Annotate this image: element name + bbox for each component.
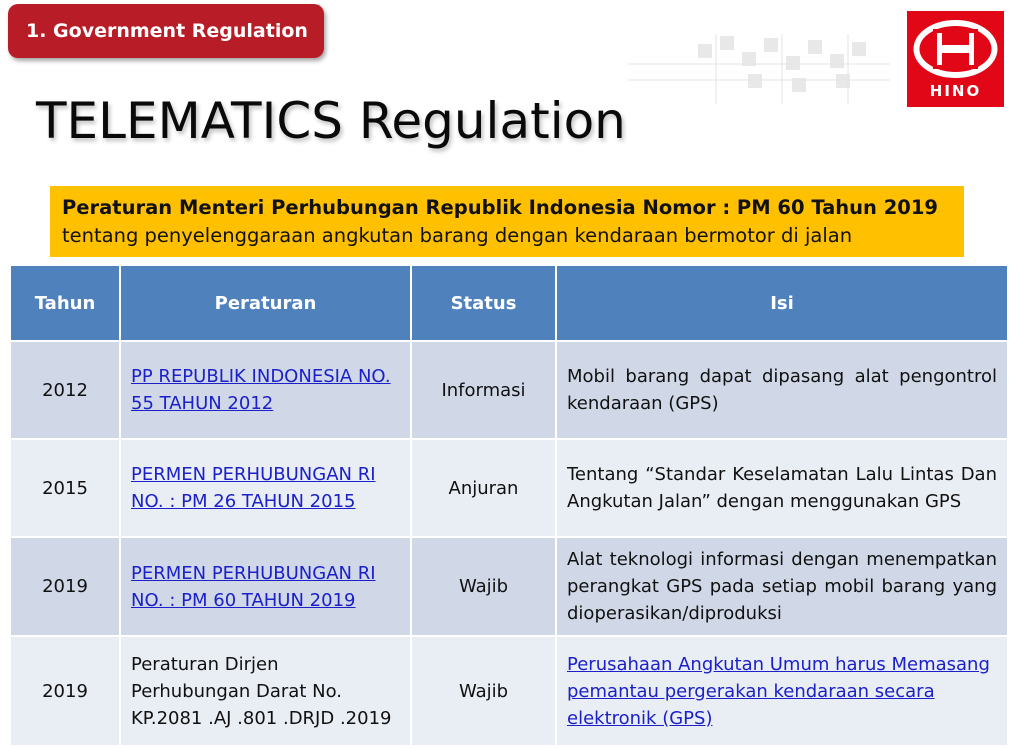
- regulation-link[interactable]: PERMEN PERHUBUNGAN RI NO. : PM 26 TAHUN …: [131, 464, 376, 512]
- header-regulation: Peraturan: [119, 264, 412, 342]
- table-row: 2019 PERMEN PERHUBUNGAN RI NO. : PM 60 T…: [9, 536, 1009, 637]
- year-cell: 2015: [9, 438, 121, 538]
- year-cell: 2012: [9, 340, 121, 440]
- status-cell: Informasi: [410, 340, 557, 440]
- decorative-grid-pattern: [628, 34, 890, 104]
- logo-wordmark: HINO: [929, 82, 982, 100]
- table-row: 2015 PERMEN PERHUBUNGAN RI NO. : PM 26 T…: [9, 438, 1009, 538]
- page-title: TELEMATICS Regulation: [36, 92, 626, 150]
- regulation-cell: Peraturan Dirjen Perhubungan Darat No. K…: [119, 635, 412, 747]
- year-cell: 2019: [9, 536, 121, 637]
- content-cell: Tentang “Standar Keselamatan Lalu Lintas…: [555, 438, 1009, 538]
- content-link[interactable]: Perusahaan Angkutan Umum harus Memasang …: [567, 654, 990, 729]
- table-row: 2019 Peraturan Dirjen Perhubungan Darat …: [9, 635, 1009, 747]
- regulation-link[interactable]: PERMEN PERHUBUNGAN RI NO. : PM 60 TAHUN …: [131, 563, 376, 611]
- regulation-cell: PP REPUBLIK INDONESIA NO. 55 TAHUN 2012: [119, 340, 412, 440]
- header-content: Isi: [555, 264, 1009, 342]
- table-row: 2012 PP REPUBLIK INDONESIA NO. 55 TAHUN …: [9, 340, 1009, 440]
- regulation-link[interactable]: PP REPUBLIK INDONESIA NO. 55 TAHUN 2012: [131, 366, 391, 414]
- regulation-cell: PERMEN PERHUBUNGAN RI NO. : PM 60 TAHUN …: [119, 536, 412, 637]
- regulation-cell: PERMEN PERHUBUNGAN RI NO. : PM 26 TAHUN …: [119, 438, 412, 538]
- year-cell: 2019: [9, 635, 121, 747]
- header-year: Tahun: [9, 264, 121, 342]
- status-cell: Wajib: [410, 635, 557, 747]
- hino-emblem-icon: [913, 20, 998, 78]
- content-cell: Perusahaan Angkutan Umum harus Memasang …: [555, 635, 1009, 747]
- content-cell: Alat teknologi informasi dengan menempat…: [555, 536, 1009, 637]
- banner-subtitle: tentang penyelenggaraan angkutan barang …: [62, 224, 853, 247]
- hino-logo: HINO: [907, 11, 1004, 107]
- content-cell: Mobil barang dapat dipasang alat pengont…: [555, 340, 1009, 440]
- section-tag-label: 1. Government Regulation: [26, 20, 308, 42]
- regulation-table: Tahun Peraturan Status Isi 2012 PP REPUB…: [9, 264, 1009, 747]
- status-cell: Wajib: [410, 536, 557, 637]
- regulation-banner: Peraturan Menteri Perhubungan Republik I…: [50, 186, 964, 257]
- status-cell: Anjuran: [410, 438, 557, 538]
- section-tag: 1. Government Regulation: [8, 4, 324, 58]
- header-status: Status: [410, 264, 557, 342]
- banner-title: Peraturan Menteri Perhubungan Republik I…: [62, 196, 938, 219]
- table-header-row: Tahun Peraturan Status Isi: [9, 264, 1009, 342]
